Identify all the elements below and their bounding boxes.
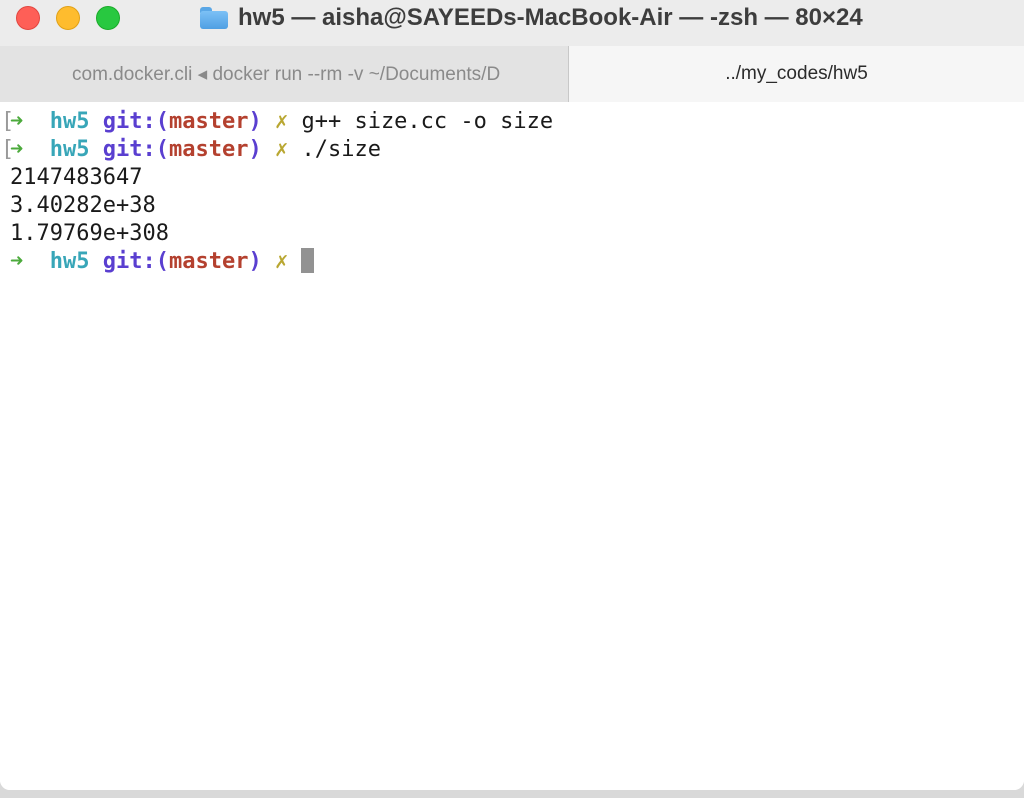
prompt-paren-open: (: [155, 137, 169, 162]
window-title-text: hw5 — aisha@SAYEEDs-MacBook-Air — -zsh —…: [238, 4, 863, 31]
prompt-dirty-mark: ✗: [274, 137, 289, 162]
output-line: 2147483647: [10, 165, 143, 190]
prompt-dirty-mark: ✗: [274, 109, 289, 134]
terminal-line-command-1: ➜ hw5 git:(master) ✗ g++ size.cc -o size: [10, 108, 553, 136]
prompt-git-label: git:: [102, 109, 156, 134]
prompt-git-label: git:: [102, 137, 156, 162]
prompt-git-label: git:: [102, 249, 156, 274]
folder-icon: [200, 7, 228, 29]
prompt-directory: hw5: [49, 249, 90, 274]
zoom-button[interactable]: [96, 6, 120, 30]
output-line: 3.40282e+38: [10, 193, 156, 218]
minimize-button[interactable]: [56, 6, 80, 30]
prompt-directory: hw5: [49, 109, 90, 134]
title-bar[interactable]: hw5 — aisha@SAYEEDs-MacBook-Air — -zsh —…: [0, 0, 1024, 46]
prompt-arrow: ➜: [10, 137, 24, 162]
terminal-line-prompt: ➜ hw5 git:(master) ✗: [10, 248, 315, 276]
text-cursor: [301, 248, 315, 273]
tab-hw5[interactable]: ../my_codes/hw5: [569, 46, 1024, 102]
window-title: hw5 — aisha@SAYEEDs-MacBook-Air — -zsh —…: [200, 0, 863, 36]
prompt-branch: master: [168, 249, 249, 274]
prompt-branch: master: [168, 109, 249, 134]
tab-docker-label: com.docker.cli ◂ docker run --rm -v ~/Do…: [72, 63, 501, 85]
output-line: 1.79769e+308: [10, 221, 169, 246]
prompt-paren-open: (: [155, 249, 169, 274]
command-text: ./size: [301, 137, 381, 162]
prompt-arrow: ➜: [10, 249, 24, 274]
prompt-paren-close: ): [248, 249, 262, 274]
tab-bar: com.docker.cli ◂ docker run --rm -v ~/Do…: [0, 46, 1024, 102]
prompt-paren-close: ): [248, 137, 262, 162]
prompt-paren-close: ): [248, 109, 262, 134]
tab-hw5-label: ../my_codes/hw5: [725, 63, 868, 84]
tab-docker[interactable]: com.docker.cli ◂ docker run --rm -v ~/Do…: [0, 46, 569, 102]
terminal-line-command-2: ➜ hw5 git:(master) ✗ ./size: [10, 136, 381, 164]
prompt-dirty-mark: ✗: [274, 249, 289, 274]
terminal-window: hw5 — aisha@SAYEEDs-MacBook-Air — -zsh —…: [0, 0, 1024, 790]
prompt-directory: hw5: [49, 137, 90, 162]
prompt-arrow: ➜: [10, 109, 24, 134]
prompt-paren-open: (: [155, 109, 169, 134]
command-text: g++ size.cc -o size: [301, 109, 554, 134]
prompt-branch: master: [168, 137, 249, 162]
close-button[interactable]: [16, 6, 40, 30]
terminal-content[interactable]: [ ➜ hw5 git:(master) ✗ g++ size.cc -o si…: [0, 102, 1024, 790]
